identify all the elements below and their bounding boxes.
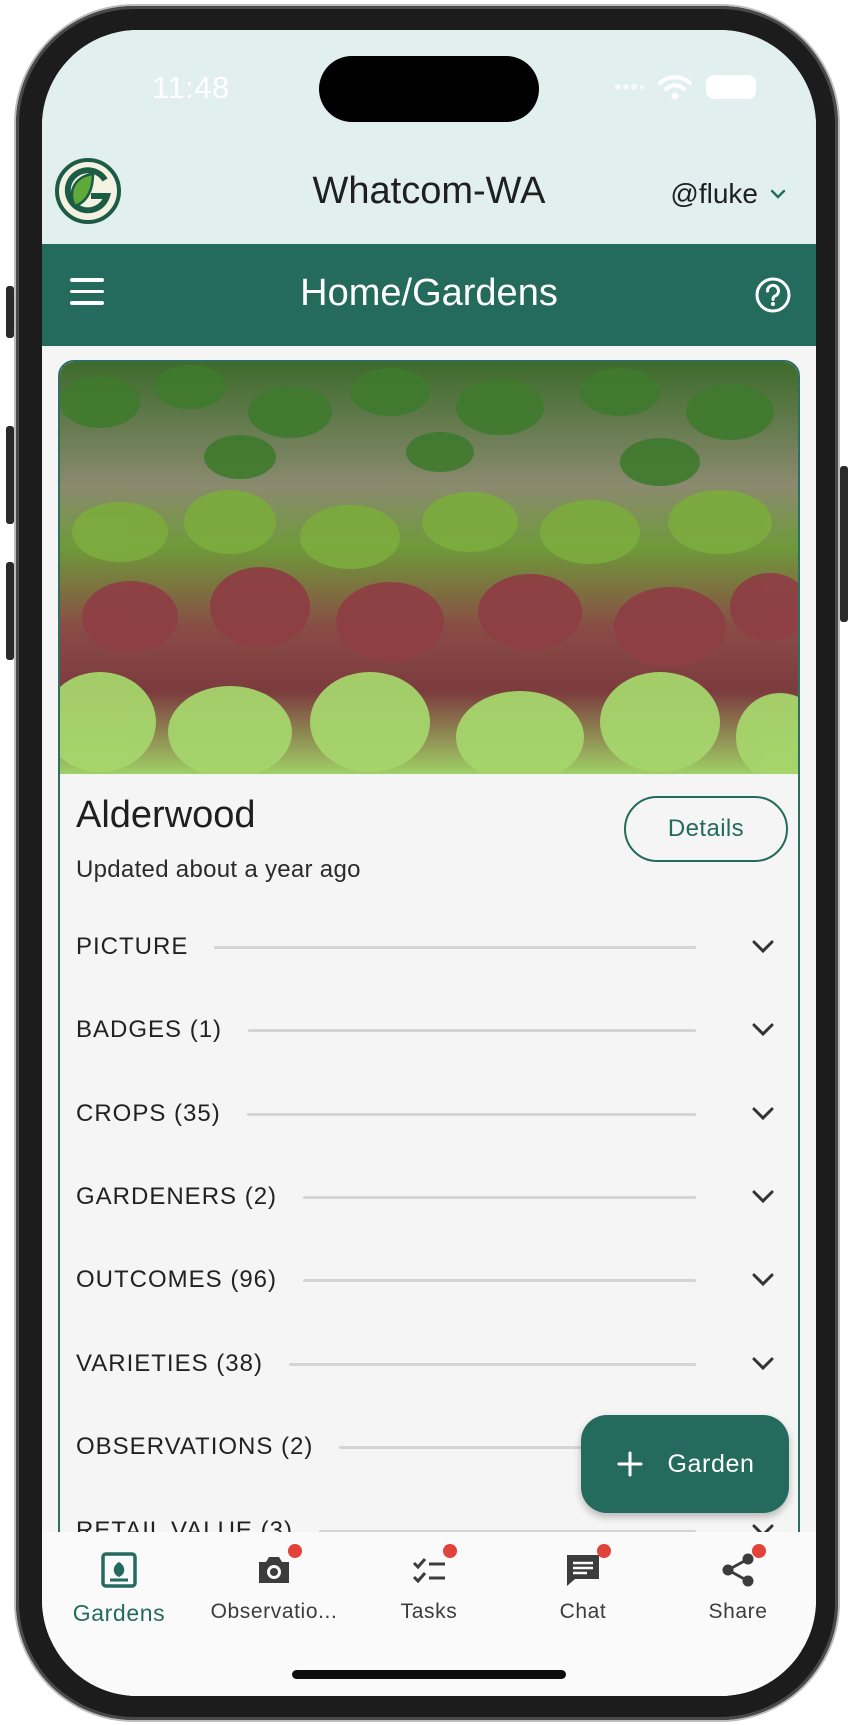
- app-screen: 11:48 Whatcom-WA @fluke Home/Gardens Ald…: [42, 30, 816, 1696]
- help-icon[interactable]: [754, 276, 792, 314]
- chevron-down-icon: [770, 189, 786, 199]
- chat-icon: [563, 1544, 611, 1590]
- garden-photo: [60, 362, 798, 774]
- chevron-down-icon: [752, 1273, 774, 1287]
- bottom-navigation: Gardens Observatio... Tasks Chat Share: [42, 1532, 816, 1696]
- section-label: PICTURE: [76, 933, 189, 960]
- nav-item-chat[interactable]: Chat: [506, 1544, 660, 1636]
- nav-item-share[interactable]: Share: [661, 1544, 815, 1636]
- notification-badge: [597, 1544, 611, 1558]
- section-outcomes[interactable]: OUTCOMES (96): [76, 1255, 788, 1305]
- section-gardeners[interactable]: GARDENERS (2): [76, 1172, 788, 1222]
- nav-item-observations[interactable]: Observatio...: [197, 1544, 351, 1636]
- chevron-down-icon: [752, 1107, 774, 1121]
- home-indicator: [292, 1670, 566, 1679]
- section-label: OUTCOMES (96): [76, 1266, 278, 1293]
- garden-name: Alderwood: [76, 794, 256, 836]
- chevron-down-icon: [752, 1190, 774, 1204]
- signal-icon: [615, 84, 644, 90]
- battery-icon: [706, 75, 756, 99]
- dynamic-island: [319, 56, 539, 122]
- garden-updated: Updated about a year ago: [76, 856, 361, 883]
- page-title: Home/Gardens: [300, 272, 558, 314]
- section-crops[interactable]: CROPS (35): [76, 1089, 788, 1139]
- section-divider: [214, 945, 696, 949]
- fab-label: Garden: [667, 1449, 755, 1478]
- share-icon: [718, 1544, 766, 1590]
- user-menu[interactable]: @fluke: [670, 178, 786, 210]
- app-bar: Home/Gardens: [42, 244, 816, 346]
- add-garden-button[interactable]: Garden: [581, 1415, 789, 1513]
- notification-badge: [288, 1544, 302, 1558]
- camera-icon: [254, 1544, 302, 1590]
- nav-label: Gardens: [72, 1600, 166, 1626]
- nav-label: Share: [708, 1600, 768, 1623]
- section-label: OBSERVATIONS (2): [76, 1433, 314, 1460]
- header-area: 11:48 Whatcom-WA @fluke: [42, 30, 816, 244]
- volume-down-button: [6, 562, 14, 660]
- status-icons: [614, 74, 756, 100]
- nav-label: Observatio...: [210, 1600, 338, 1623]
- nav-item-tasks[interactable]: Tasks: [352, 1544, 506, 1636]
- section-label: CROPS (35): [76, 1100, 221, 1127]
- wifi-icon: [658, 75, 692, 100]
- section-picture[interactable]: PICTURE: [76, 922, 788, 972]
- section-divider: [288, 1362, 696, 1366]
- section-label: VARIETIES (38): [76, 1350, 263, 1377]
- nav-label: Chat: [559, 1600, 607, 1623]
- section-divider: [248, 1028, 696, 1032]
- garden-icon: [101, 1552, 137, 1588]
- notification-badge: [752, 1544, 766, 1558]
- section-divider: [303, 1195, 696, 1199]
- chevron-down-icon: [752, 1357, 774, 1371]
- chevron-down-icon: [752, 940, 774, 954]
- section-label: GARDENERS (2): [76, 1183, 278, 1210]
- section-divider: [246, 1112, 696, 1116]
- plus-icon: [617, 1451, 642, 1477]
- section-label: BADGES (1): [76, 1016, 223, 1043]
- section-varieties[interactable]: VARIETIES (38): [76, 1339, 788, 1389]
- volume-up-button: [6, 426, 14, 524]
- action-button: [6, 286, 14, 338]
- nav-label: Tasks: [400, 1600, 458, 1623]
- chevron-down-icon: [752, 1023, 774, 1037]
- nav-item-gardens[interactable]: Gardens: [42, 1546, 196, 1636]
- section-badges[interactable]: BADGES (1): [76, 1005, 788, 1055]
- tasks-icon: [409, 1544, 457, 1590]
- details-button[interactable]: Details: [624, 796, 788, 862]
- notification-badge: [443, 1544, 457, 1558]
- power-button: [840, 466, 848, 622]
- username: @fluke: [670, 178, 758, 209]
- section-divider: [303, 1278, 696, 1282]
- status-time: 11:48: [152, 70, 230, 105]
